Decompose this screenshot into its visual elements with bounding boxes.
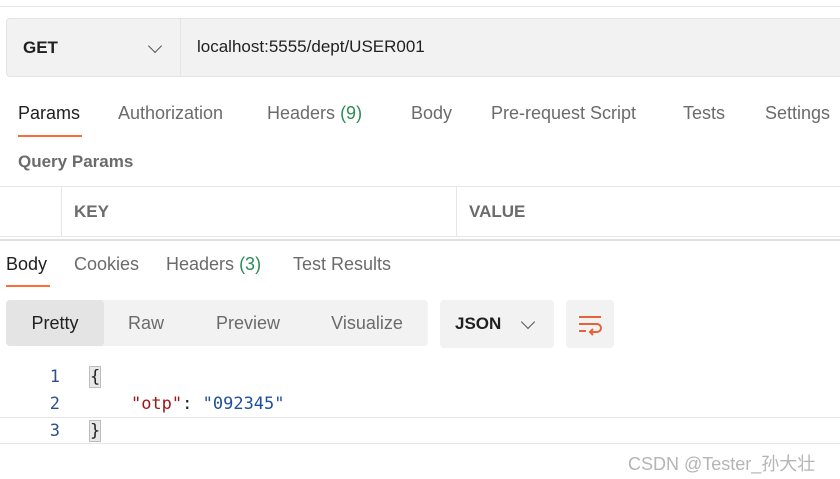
wrap-lines-icon [579, 316, 602, 336]
format-label: JSON [455, 314, 502, 333]
chevron-down-icon [520, 314, 536, 330]
tab-test-results[interactable]: Test Results [293, 254, 391, 275]
top-divider [0, 6, 840, 7]
column-divider [456, 187, 457, 236]
view-raw-button[interactable]: Raw [104, 300, 188, 346]
line-number: 1 [49, 367, 60, 387]
line-number: 3 [49, 421, 60, 441]
tab-response-body[interactable]: Body [6, 254, 47, 275]
chevron-down-icon [147, 38, 163, 54]
headers-count: (9) [340, 103, 363, 123]
value-column-header: VALUE [469, 202, 526, 221]
tab-headers[interactable]: Headers (9) [267, 103, 362, 124]
json-key: "otp" [130, 394, 183, 414]
open-brace: { [88, 366, 102, 388]
query-params-title: Query Params [18, 152, 134, 171]
url-input[interactable]: localhost:5555/dept/USER001 [197, 37, 425, 57]
tab-cookies[interactable]: Cookies [74, 254, 139, 275]
query-params-table: KEY VALUE [0, 186, 840, 237]
request-tabs: Params Authorization Headers (9) Body Pr… [0, 100, 840, 140]
method-dropdown[interactable]: GET [7, 19, 181, 76]
active-response-tab-indicator [6, 285, 50, 287]
request-url-bar: GET localhost:5555/dept/USER001 [6, 18, 840, 77]
code-line: 2 "otp": "092345" [0, 391, 840, 418]
tab-pre-request-script[interactable]: Pre-request Script [491, 103, 636, 124]
column-divider [61, 187, 62, 236]
response-tabs: Body Cookies Headers (3) Test Results [0, 252, 840, 292]
view-preview-button[interactable]: Preview [198, 300, 298, 346]
view-visualize-button[interactable]: Visualize [316, 300, 418, 346]
format-dropdown[interactable]: JSON [440, 300, 554, 348]
json-colon: : [182, 394, 203, 414]
close-brace: } [88, 420, 102, 442]
tab-settings[interactable]: Settings [765, 103, 830, 124]
active-tab-indicator [18, 135, 82, 137]
tab-response-headers[interactable]: Headers (3) [166, 254, 261, 275]
json-value: "092345" [202, 394, 285, 414]
response-headers-count: (3) [239, 254, 262, 274]
tab-body[interactable]: Body [411, 103, 452, 124]
tab-authorization[interactable]: Authorization [118, 103, 223, 124]
view-pretty-button[interactable]: Pretty [6, 300, 104, 346]
view-mode-selector: Pretty Raw Preview Visualize [6, 300, 428, 346]
key-column-header: KEY [74, 202, 109, 221]
wrap-lines-button[interactable] [566, 300, 614, 348]
line-number: 2 [49, 394, 60, 414]
watermark: CSDN @Tester_孙大壮 [628, 454, 816, 474]
pane-resize-handle[interactable] [0, 239, 840, 241]
tab-params[interactable]: Params [18, 103, 80, 124]
code-line: 1 { [0, 364, 840, 391]
code-line-current: 3 } [0, 417, 840, 444]
method-label: GET [23, 37, 58, 57]
tab-tests[interactable]: Tests [683, 103, 725, 124]
